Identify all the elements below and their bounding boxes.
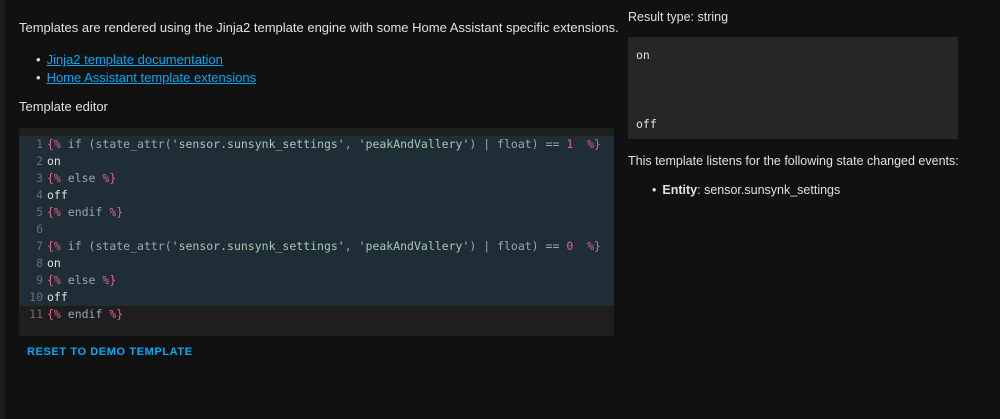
line-number: 4 xyxy=(36,188,43,202)
intro-text: Templates are rendered using the Jinja2 … xyxy=(19,20,619,35)
listens-text: This template listens for the following … xyxy=(628,154,959,168)
editor-line[interactable]: 11 {% endif %} xyxy=(19,306,614,323)
line-number: 11 xyxy=(29,307,43,321)
code-text: {% if (state_attr('sensor.sunsynk_settin… xyxy=(47,239,601,253)
editor-label: Template editor xyxy=(19,99,108,114)
code-text: off xyxy=(47,290,68,304)
editor-line[interactable]: 6 xyxy=(19,221,614,238)
result-output: on off xyxy=(628,37,958,139)
ha-extensions-link[interactable]: Home Assistant template extensions xyxy=(47,70,257,85)
result-line: on xyxy=(636,48,650,62)
code-text: on xyxy=(47,256,61,270)
line-number: 2 xyxy=(36,154,43,168)
code-text: off xyxy=(47,188,68,202)
code-text: {% if (state_attr('sensor.sunsynk_settin… xyxy=(47,137,601,151)
template-editor[interactable]: 1 {% if (state_attr('sensor.sunsynk_setti… xyxy=(19,128,614,336)
docs-links: Jinja2 template documentation Home Assis… xyxy=(36,51,257,87)
editor-line[interactable]: 3 {% else %} xyxy=(19,170,614,187)
editor-line[interactable]: 7 {% if (state_attr('sensor.sunsynk_setti… xyxy=(19,238,614,255)
editor-line[interactable]: 1 {% if (state_attr('sensor.sunsynk_setti… xyxy=(19,136,614,153)
link-item-jinja2: Jinja2 template documentation xyxy=(36,51,256,69)
entity-value: : sensor.sunsynk_settings xyxy=(697,183,841,197)
code-text: {% endif %} xyxy=(47,307,124,321)
line-number: 6 xyxy=(36,222,43,236)
line-number: 10 xyxy=(29,290,43,304)
editor-line[interactable]: 8 on xyxy=(19,255,614,272)
code-text: {% endif %} xyxy=(47,205,124,219)
code-text: {% else %} xyxy=(47,273,117,287)
editor-line[interactable]: 9 {% else %} xyxy=(19,272,614,289)
entity-label: Entity xyxy=(662,183,698,197)
line-number: 1 xyxy=(36,137,43,151)
entity-listener-item: Entity: sensor.sunsynk_settings xyxy=(652,183,840,197)
editor-line[interactable]: 4 off xyxy=(19,187,614,204)
left-sidebar-edge xyxy=(0,0,5,419)
line-number: 9 xyxy=(36,273,43,287)
code-text: {% else %} xyxy=(47,171,117,185)
result-type: Result type: string xyxy=(628,10,729,24)
reset-to-demo-button[interactable]: RESET TO DEMO TEMPLATE xyxy=(27,346,193,358)
line-number: 3 xyxy=(36,171,43,185)
link-item-ha: Home Assistant template extensions xyxy=(36,69,257,87)
code-text: on xyxy=(47,154,61,168)
line-number: 8 xyxy=(36,256,43,270)
line-number: 5 xyxy=(36,205,43,219)
editor-line[interactable]: 2 on xyxy=(19,153,614,170)
editor-line[interactable]: 5 {% endif %} xyxy=(19,204,614,221)
jinja2-docs-link[interactable]: Jinja2 template documentation xyxy=(47,52,223,67)
result-line: off xyxy=(636,117,657,131)
line-number: 7 xyxy=(36,239,43,253)
editor-line[interactable]: 10 off xyxy=(19,289,614,306)
